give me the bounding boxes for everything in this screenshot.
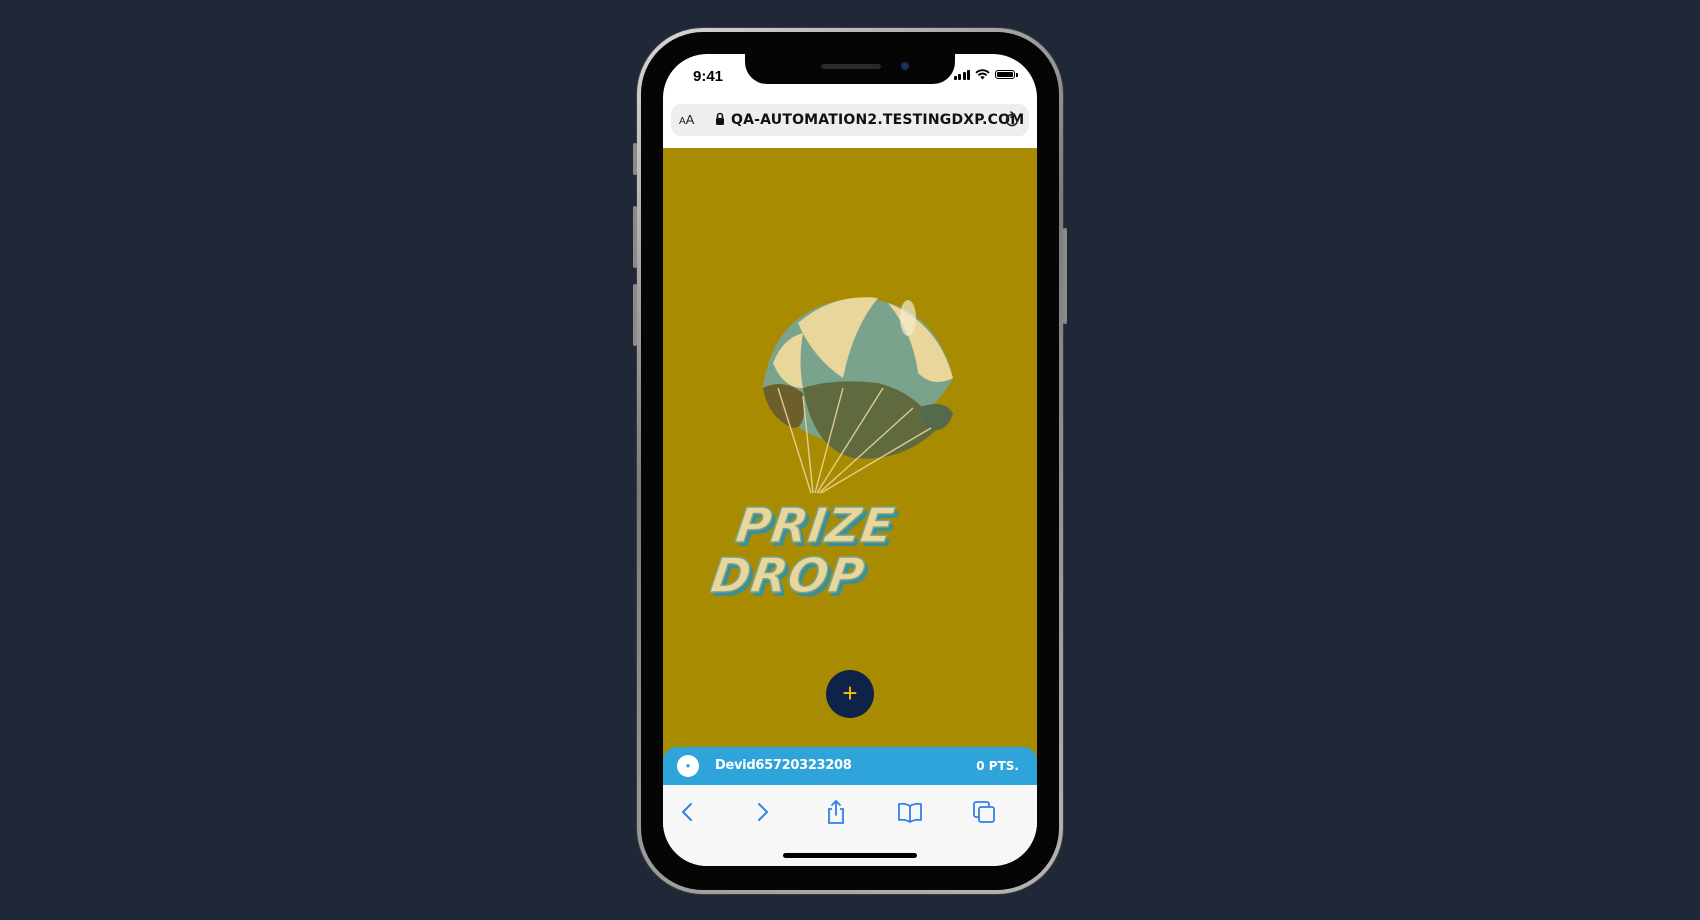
add-button[interactable]: + (826, 670, 874, 718)
bookmarks-icon[interactable] (897, 799, 923, 825)
avatar[interactable]: ● (677, 755, 699, 777)
wifi-icon (975, 69, 990, 80)
reload-icon[interactable] (1003, 111, 1021, 129)
points-count: 0 PTS. (976, 759, 1019, 773)
share-icon[interactable] (823, 799, 849, 825)
mute-switch (633, 143, 637, 175)
forward-icon[interactable] (749, 799, 775, 825)
tabs-icon[interactable] (971, 799, 997, 825)
status-time: 9:41 (693, 68, 724, 85)
battery-icon (995, 70, 1018, 79)
prize-drop-logo: PRIZE PRIZE DROP DROP (706, 297, 953, 608)
username: Devid65720323208 (715, 758, 852, 773)
url-text[interactable]: QA-AUTOMATION2.TESTINGDXP.COM (731, 112, 1024, 128)
text-size-button[interactable]: AA (679, 112, 694, 127)
status-icons (953, 69, 1018, 80)
logo-text-line2: DROP (707, 548, 868, 604)
lock-icon (716, 112, 724, 125)
logo-text-line1: PRIZE (732, 498, 897, 554)
back-icon[interactable] (675, 799, 701, 825)
address-bar[interactable]: AA QA-AUTOMATION2.TESTINGDXP.COM (671, 104, 1029, 136)
volume-up-button (633, 206, 637, 268)
power-button (1063, 228, 1067, 324)
cellular-signal-icon (953, 69, 970, 80)
notch (745, 54, 955, 84)
speaker (821, 64, 881, 69)
phone-screen: 9:41 AA QA-AUTOMATION2.TESTINGDXP.COM PR… (663, 54, 1037, 866)
user-bar: ● Devid65720323208 0 PTS. (663, 747, 1037, 785)
home-indicator (783, 853, 917, 858)
front-camera (901, 62, 909, 70)
volume-down-button (633, 284, 637, 346)
